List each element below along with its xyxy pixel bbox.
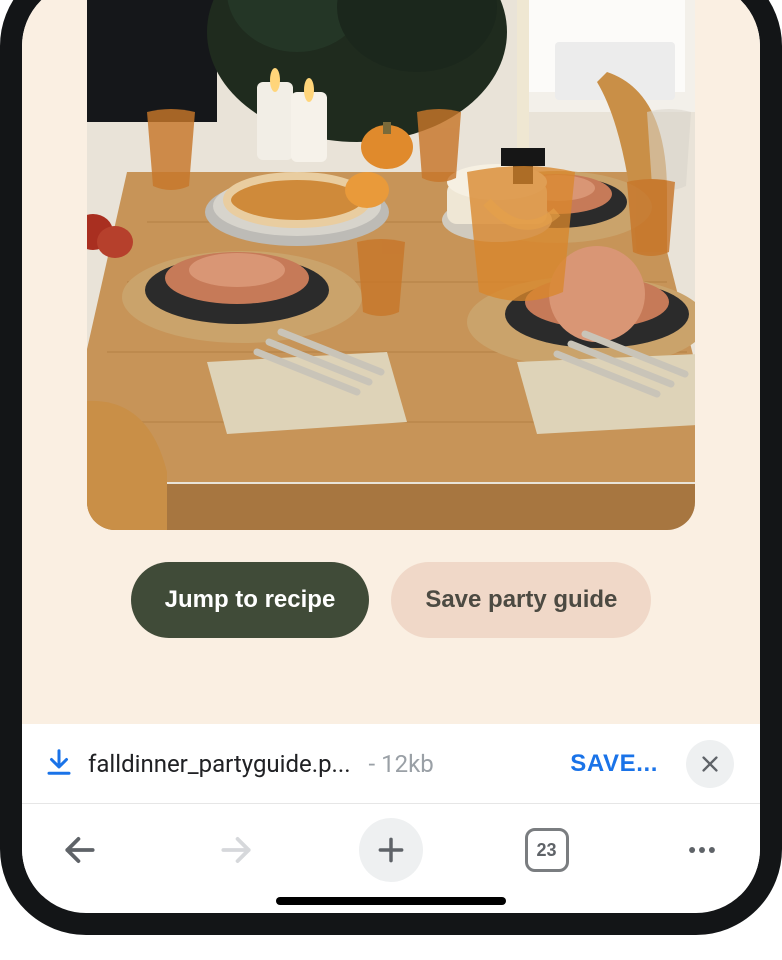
nav-back-button[interactable] <box>48 818 112 882</box>
page-content: Jump to recipe Save party guide <box>22 0 760 724</box>
nav-forward-button[interactable] <box>204 818 268 882</box>
download-close-button[interactable] <box>686 740 734 788</box>
device-frame: Jump to recipe Save party guide falldinn… <box>0 0 782 935</box>
jump-to-recipe-button[interactable]: Jump to recipe <box>131 562 370 638</box>
download-save-button[interactable]: SAVE... <box>570 750 658 778</box>
nav-new-tab-button[interactable] <box>359 818 423 882</box>
arrow-left-icon <box>61 831 99 869</box>
home-indicator[interactable] <box>276 897 506 905</box>
download-icon <box>44 747 74 781</box>
more-horizontal-icon <box>685 833 719 867</box>
save-party-guide-button[interactable]: Save party guide <box>391 562 651 638</box>
nav-overflow-menu-button[interactable] <box>670 818 734 882</box>
tabs-count-badge: 23 <box>525 828 569 872</box>
download-size: - 12kb <box>369 750 434 778</box>
hero-image[interactable] <box>87 0 695 530</box>
download-bar: falldinner_partyguide.p... - 12kb SAVE..… <box>22 724 760 804</box>
plus-icon <box>375 834 407 866</box>
download-filename: falldinner_partyguide.p... <box>88 750 351 778</box>
browser-nav-bar: 23 <box>22 804 760 896</box>
action-buttons: Jump to recipe Save party guide <box>22 562 760 638</box>
close-icon <box>699 753 721 775</box>
table-scene-illustration <box>87 0 695 530</box>
arrow-right-icon <box>217 831 255 869</box>
screen: Jump to recipe Save party guide falldinn… <box>22 0 760 913</box>
nav-tabs-button[interactable]: 23 <box>515 818 579 882</box>
